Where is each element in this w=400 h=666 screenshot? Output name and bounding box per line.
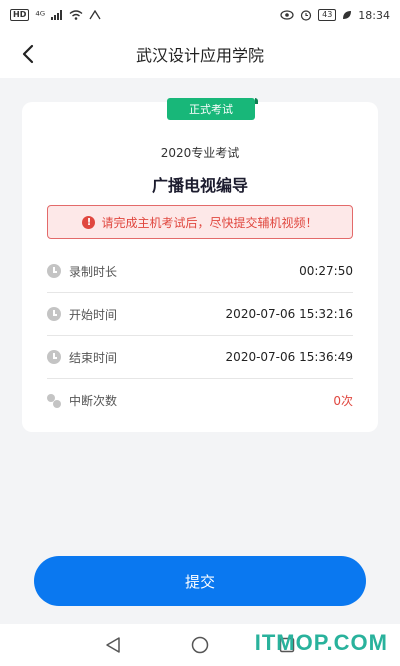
circle-home-icon: [191, 636, 209, 654]
nav-back-button[interactable]: [101, 633, 125, 657]
page-title: 武汉设计应用学院: [135, 46, 264, 65]
chevron-left-icon: [22, 44, 34, 64]
status-right: 43 18:34: [280, 9, 390, 22]
watermark-logo: ITMOP.COM: [254, 630, 388, 655]
row-value: 0次: [333, 394, 353, 408]
exam-card: 正式考试 2020专业考试 广播电视编导 ! 请完成主机考试后，尽快提交辅机视频…: [22, 98, 378, 432]
interruption-count-row: 中断次数 0次: [47, 379, 353, 422]
clock-icon: [47, 307, 61, 321]
row-label-group: 中断次数: [47, 392, 117, 409]
row-label-group: 结束时间: [47, 349, 117, 366]
row-label: 中断次数: [69, 394, 118, 408]
row-label-group: 录制时长: [47, 263, 117, 280]
row-value: 2020-07-06 15:32:16: [225, 307, 353, 321]
alarm-icon: [301, 10, 312, 21]
network-type: ⁴ᴳ: [35, 8, 46, 22]
exam-year: 2020专业考试: [160, 146, 240, 160]
status-bar: HD ⁴ᴳ 43 18:34: [0, 0, 400, 30]
battery-indicator: 43: [318, 9, 337, 21]
row-label: 录制时长: [69, 264, 118, 279]
hd-indicator: HD: [10, 9, 30, 21]
record-duration-row: 录制时长 00:27:50: [47, 250, 353, 293]
app-header: 武汉设计应用学院: [0, 30, 400, 78]
clock-time: 18:34: [358, 8, 390, 22]
interruption-icon: [47, 393, 61, 408]
reminder-alert: ! 请完成主机考试后，尽快提交辅机视频！: [47, 205, 353, 239]
row-label: 开始时间: [69, 307, 118, 322]
exam-name: 广播电视编导: [151, 176, 248, 195]
notification-icon: [89, 10, 101, 20]
exam-type-badge: 正式考试: [167, 98, 258, 120]
row-label-group: 开始时间: [47, 306, 117, 323]
wifi-icon: [69, 10, 83, 20]
triangle-back-icon: [106, 637, 121, 653]
nav-home-button[interactable]: [188, 633, 212, 657]
back-button[interactable]: [14, 40, 42, 68]
start-time-row: 开始时间 2020-07-06 15:32:16: [47, 293, 353, 336]
eye-icon: [280, 10, 294, 20]
row-value: 00:27:50: [299, 264, 353, 278]
leaf-icon: [343, 11, 352, 19]
clock-icon: [47, 264, 61, 278]
status-left: HD ⁴ᴳ: [10, 9, 101, 22]
signal-icon: [51, 10, 63, 20]
alert-text: 请完成主机考试后，尽快提交辅机视频！: [101, 215, 318, 230]
row-value: 2020-07-06 15:36:49: [225, 350, 353, 364]
exclamation-icon: !: [82, 215, 96, 229]
submit-button[interactable]: 提交: [34, 556, 366, 606]
clock-icon: [47, 350, 61, 364]
row-label: 结束时间: [69, 350, 118, 365]
end-time-row: 结束时间 2020-07-06 15:36:49: [47, 336, 353, 379]
